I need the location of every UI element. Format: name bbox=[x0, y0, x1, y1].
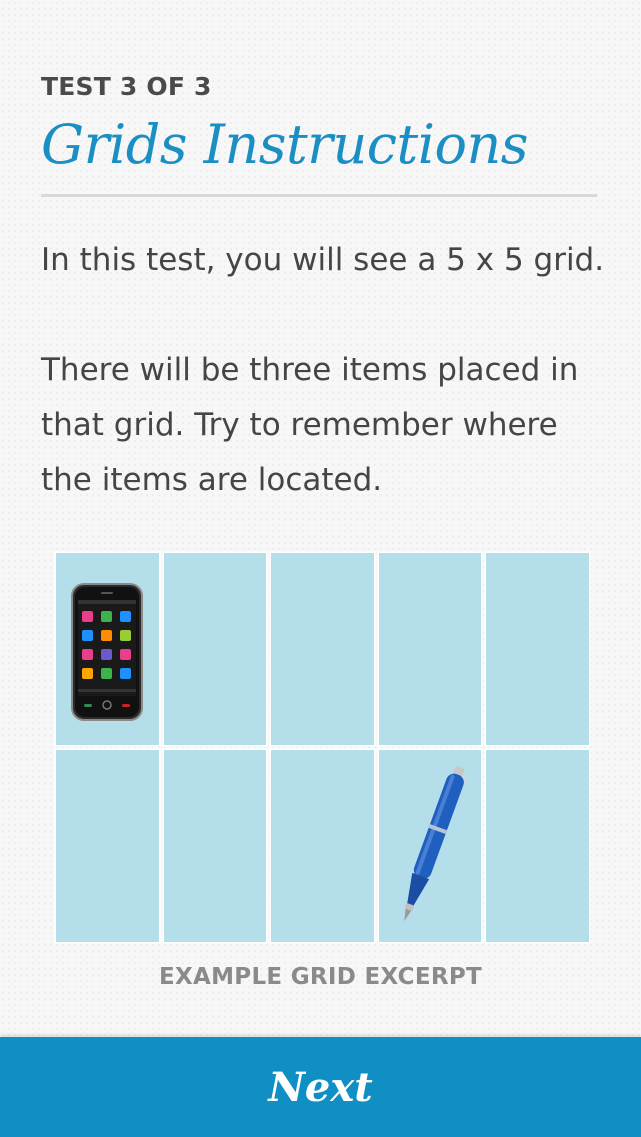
grid-cell bbox=[271, 750, 374, 942]
grid-cell bbox=[486, 553, 589, 745]
grid-cell bbox=[163, 553, 267, 745]
grid-cell bbox=[163, 750, 267, 942]
pen-icon bbox=[404, 766, 466, 922]
smartphone-icon bbox=[71, 583, 143, 721]
next-button-label: Next bbox=[268, 1063, 373, 1111]
next-button[interactable]: Next bbox=[0, 1037, 641, 1137]
instruction-paragraph-1: In this test, you will see a 5 x 5 grid. bbox=[41, 242, 605, 278]
grid-cell bbox=[378, 750, 482, 942]
example-grid bbox=[56, 553, 589, 942]
grid-cell bbox=[56, 750, 159, 942]
grid-caption: EXAMPLE GRID EXCERPT bbox=[158, 964, 483, 990]
test-progress-label: TEST 3 OF 3 bbox=[41, 72, 212, 101]
grid-cell bbox=[56, 553, 159, 745]
title-divider bbox=[41, 194, 597, 197]
grid-cell bbox=[378, 553, 482, 745]
grid-cell bbox=[486, 750, 589, 942]
instruction-paragraph-2: There will be three items placed in that… bbox=[41, 352, 579, 498]
page-title: Grids Instructions bbox=[41, 113, 529, 176]
grid-cell bbox=[271, 553, 374, 745]
